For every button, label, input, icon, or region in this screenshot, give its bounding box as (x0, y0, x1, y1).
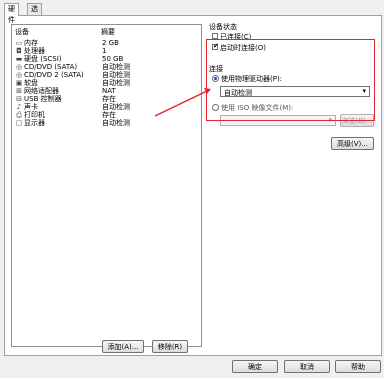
tab-options[interactable]: 选项 (27, 3, 42, 24)
settings-panel: 设备 摘要 ▭ 内存 2 GB ◘ 处理器 1 ▬ 硬盘 (SCSI) 50 GB ◎ CD/DVD… (4, 15, 382, 356)
help-button[interactable]: 帮助 (335, 360, 381, 373)
ok-button[interactable]: 确定 (232, 360, 278, 373)
annotation-arrow (154, 88, 211, 117)
cancel-button[interactable]: 取消 (284, 360, 330, 373)
tab-hardware[interactable]: 硬件 (4, 3, 19, 24)
